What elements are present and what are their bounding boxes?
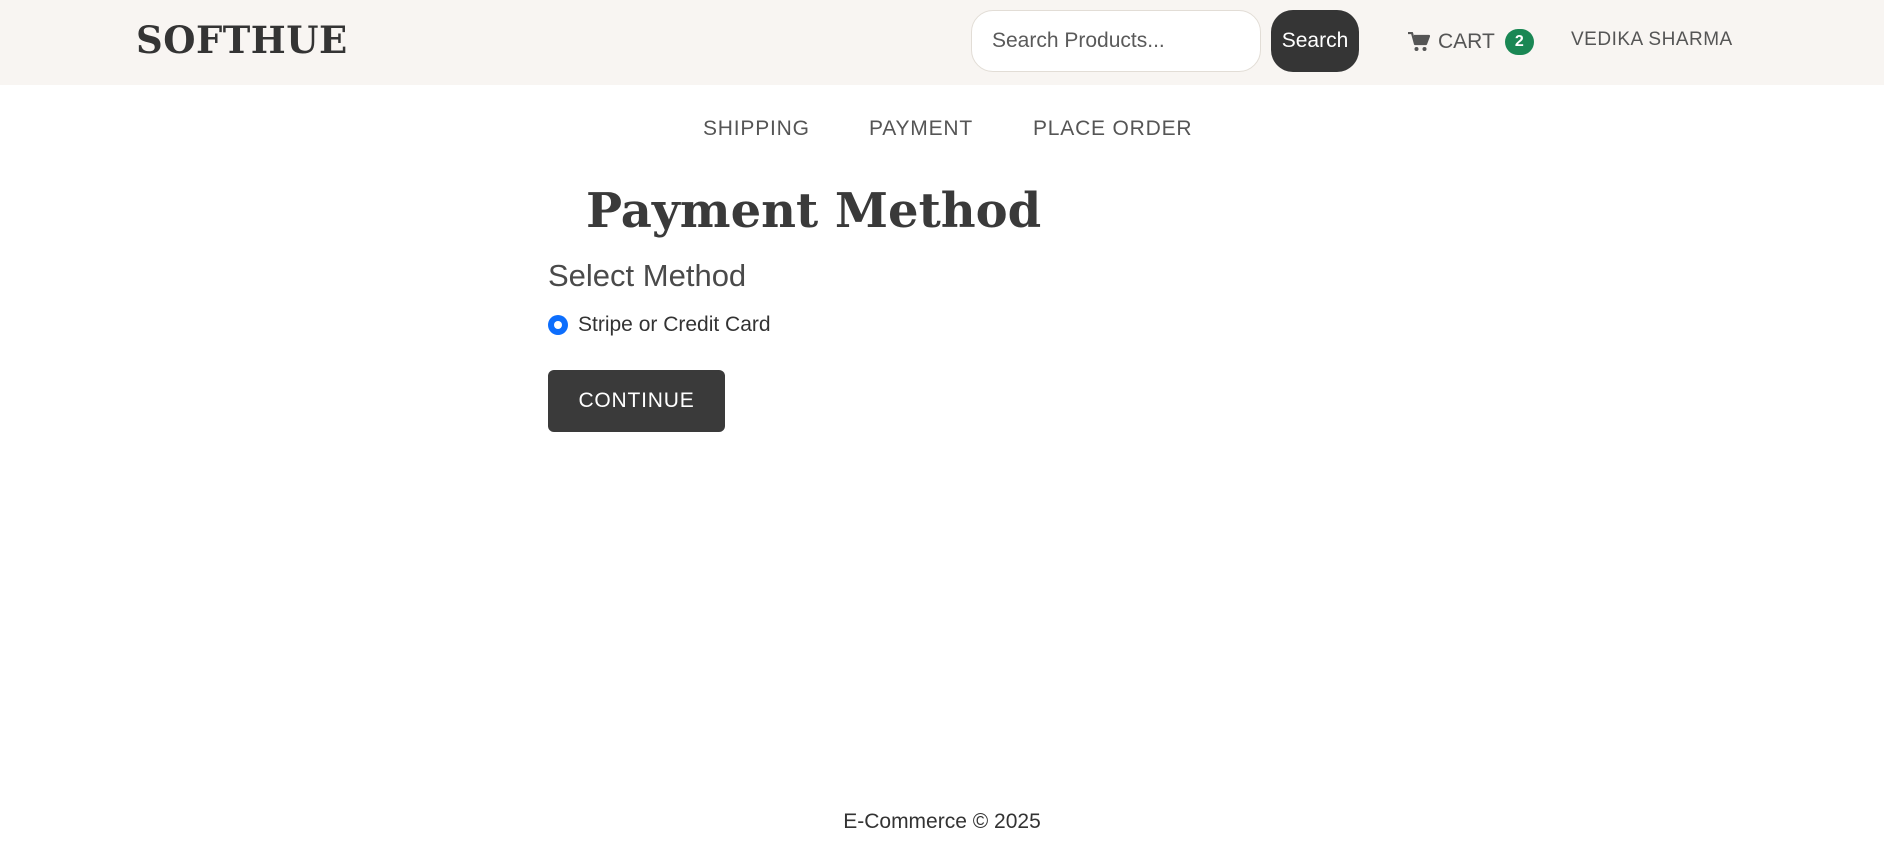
cart-icon	[1408, 31, 1431, 52]
payment-option-label[interactable]: Stripe or Credit Card	[578, 313, 771, 337]
payment-option-stripe[interactable]: Stripe or Credit Card	[548, 313, 771, 337]
cart-label: CART	[1438, 30, 1495, 53]
footer-text: E-Commerce © 2025	[843, 810, 1041, 833]
section-subtitle: Select Method	[548, 258, 747, 293]
payment-radio[interactable]	[548, 315, 568, 335]
search-button[interactable]: Search	[1271, 10, 1359, 72]
step-shipping[interactable]: SHIPPING	[703, 117, 810, 141]
site-header: SOFTHUE Search CART 2 VEDIKA SHARMA	[0, 0, 1884, 85]
continue-button[interactable]: CONTINUE	[548, 370, 725, 432]
user-menu[interactable]: VEDIKA SHARMA	[1571, 29, 1733, 51]
radio-selected-dot	[554, 321, 562, 329]
cart-count-badge: 2	[1504, 29, 1534, 55]
checkout-steps: SHIPPING PAYMENT PLACE ORDER	[0, 117, 1884, 147]
brand-logo[interactable]: SOFTHUE	[136, 18, 348, 62]
cart-link[interactable]: CART 2	[1408, 26, 1534, 58]
step-place-order[interactable]: PLACE ORDER	[1033, 117, 1192, 141]
step-payment[interactable]: PAYMENT	[869, 117, 973, 141]
page-title: Payment Method	[586, 183, 1042, 239]
search-input[interactable]	[971, 10, 1261, 72]
